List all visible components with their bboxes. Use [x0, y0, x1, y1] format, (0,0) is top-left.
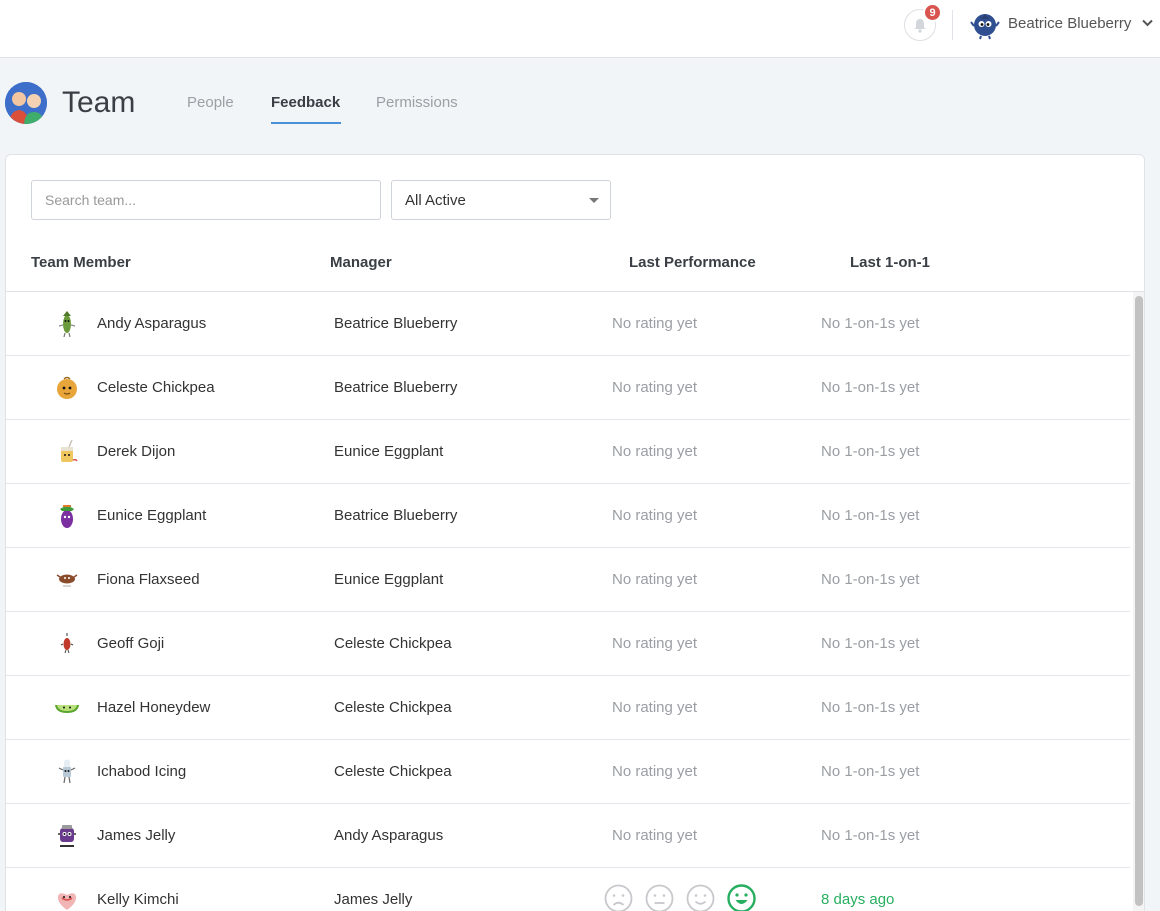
- goji-avatar: [60, 633, 74, 654]
- notification-badge: 9: [923, 3, 942, 22]
- last-1on1: No 1-on-1s yet: [821, 443, 920, 460]
- manager-name: Andy Asparagus: [334, 827, 444, 844]
- happy-face-icon[interactable]: [727, 884, 756, 911]
- caret-down-icon: [589, 198, 599, 203]
- col-header-last-performance[interactable]: Last Performance: [629, 254, 756, 271]
- last-performance: No rating yet: [612, 571, 698, 588]
- last-1on1: No 1-on-1s yet: [821, 635, 920, 652]
- member-name[interactable]: Hazel Honeydew: [97, 699, 210, 716]
- last-1on1: No 1-on-1s yet: [821, 763, 920, 780]
- manager-name: Eunice Eggplant: [334, 443, 444, 460]
- top-bar: 9 Beatrice Blueberry: [0, 0, 1160, 58]
- table-row[interactable]: Eunice Eggplant Beatrice Blueberry No ra…: [6, 484, 1130, 548]
- manager-name: Celeste Chickpea: [334, 763, 452, 780]
- team-card: All Active Team Member Manager Last Perf…: [5, 154, 1145, 911]
- last-performance: No rating yet: [612, 635, 698, 652]
- manager-name: Beatrice Blueberry: [334, 315, 458, 332]
- eggplant-avatar: [60, 505, 74, 528]
- asparagus-avatar: [58, 311, 76, 338]
- table-row[interactable]: Fiona Flaxseed Eunice Eggplant No rating…: [6, 548, 1130, 612]
- member-name[interactable]: Ichabod Icing: [97, 763, 186, 780]
- tab-feedback[interactable]: Feedback: [271, 94, 340, 111]
- chickpea-avatar: [57, 376, 77, 399]
- manager-name: Eunice Eggplant: [334, 571, 444, 588]
- table-row[interactable]: James Jelly Andy Asparagus No rating yet…: [6, 804, 1130, 868]
- honeydew-avatar: [55, 705, 79, 713]
- kimchi-avatar: [57, 893, 77, 910]
- last-1on1: No 1-on-1s yet: [821, 571, 920, 588]
- table-row[interactable]: Kelly Kimchi James Jelly 8 days ago: [6, 868, 1130, 911]
- col-header-last-1on1[interactable]: Last 1-on-1: [850, 254, 930, 271]
- divider: [952, 10, 953, 40]
- last-1on1: No 1-on-1s yet: [821, 315, 920, 332]
- last-1on1: No 1-on-1s yet: [821, 699, 920, 716]
- member-name[interactable]: Kelly Kimchi: [97, 891, 179, 908]
- member-name[interactable]: Eunice Eggplant: [97, 507, 206, 524]
- member-name[interactable]: Geoff Goji: [97, 635, 164, 652]
- last-performance: No rating yet: [612, 507, 698, 524]
- last-performance: No rating yet: [612, 699, 698, 716]
- col-header-team-member[interactable]: Team Member: [31, 254, 131, 271]
- bell-icon: [914, 18, 926, 33]
- last-1on1: No 1-on-1s yet: [821, 507, 920, 524]
- status-select[interactable]: All Active: [391, 180, 611, 220]
- last-performance: No rating yet: [612, 379, 698, 396]
- last-performance: No rating yet: [612, 763, 698, 780]
- dijon-avatar: [61, 439, 78, 462]
- performance-rating: [604, 884, 756, 911]
- last-1on1: No 1-on-1s yet: [821, 379, 920, 396]
- scrollbar-thumb[interactable]: [1135, 296, 1143, 906]
- member-name[interactable]: Derek Dijon: [97, 443, 175, 460]
- last-1on1: 8 days ago: [821, 891, 895, 908]
- last-1on1: No 1-on-1s yet: [821, 827, 920, 844]
- col-header-manager[interactable]: Manager: [330, 254, 392, 271]
- manager-name: Beatrice Blueberry: [334, 379, 458, 396]
- manager-name: Celeste Chickpea: [334, 635, 452, 652]
- member-name[interactable]: James Jelly: [97, 827, 175, 844]
- last-performance: No rating yet: [612, 315, 698, 332]
- icing-avatar: [58, 759, 76, 784]
- user-avatar[interactable]: [969, 8, 1001, 40]
- active-tab-indicator: [271, 122, 341, 124]
- search-input[interactable]: [31, 180, 381, 220]
- chevron-down-icon[interactable]: [1142, 19, 1153, 27]
- member-name[interactable]: Celeste Chickpea: [97, 379, 215, 396]
- table-row[interactable]: Ichabod Icing Celeste Chickpea No rating…: [6, 740, 1130, 804]
- sad-face-icon[interactable]: [604, 884, 633, 911]
- table-row[interactable]: Geoff Goji Celeste Chickpea No rating ye…: [6, 612, 1130, 676]
- member-name[interactable]: Andy Asparagus: [97, 315, 206, 332]
- table-row[interactable]: Celeste Chickpea Beatrice Blueberry No r…: [6, 356, 1130, 420]
- manager-name: Beatrice Blueberry: [334, 507, 458, 524]
- tab-people[interactable]: People: [187, 94, 234, 111]
- member-name[interactable]: Fiona Flaxseed: [97, 571, 200, 588]
- team-table-body: Andy Asparagus Beatrice Blueberry No rat…: [6, 292, 1130, 911]
- last-performance: No rating yet: [612, 827, 698, 844]
- page-title: Team: [62, 86, 136, 119]
- table-row[interactable]: Derek Dijon Eunice Eggplant No rating ye…: [6, 420, 1130, 484]
- jelly-avatar: [58, 825, 76, 847]
- neutral-face-icon[interactable]: [645, 884, 674, 911]
- table-row[interactable]: Andy Asparagus Beatrice Blueberry No rat…: [6, 292, 1130, 356]
- team-avatar: [5, 82, 47, 124]
- smile-face-icon[interactable]: [686, 884, 715, 911]
- status-select-value: All Active: [405, 191, 466, 209]
- last-performance: No rating yet: [612, 443, 698, 460]
- table-row[interactable]: Hazel Honeydew Celeste Chickpea No ratin…: [6, 676, 1130, 740]
- flaxseed-avatar: [56, 574, 78, 587]
- user-name[interactable]: Beatrice Blueberry: [1008, 15, 1131, 32]
- manager-name: Celeste Chickpea: [334, 699, 452, 716]
- tab-permissions[interactable]: Permissions: [376, 94, 458, 111]
- manager-name: James Jelly: [334, 891, 413, 908]
